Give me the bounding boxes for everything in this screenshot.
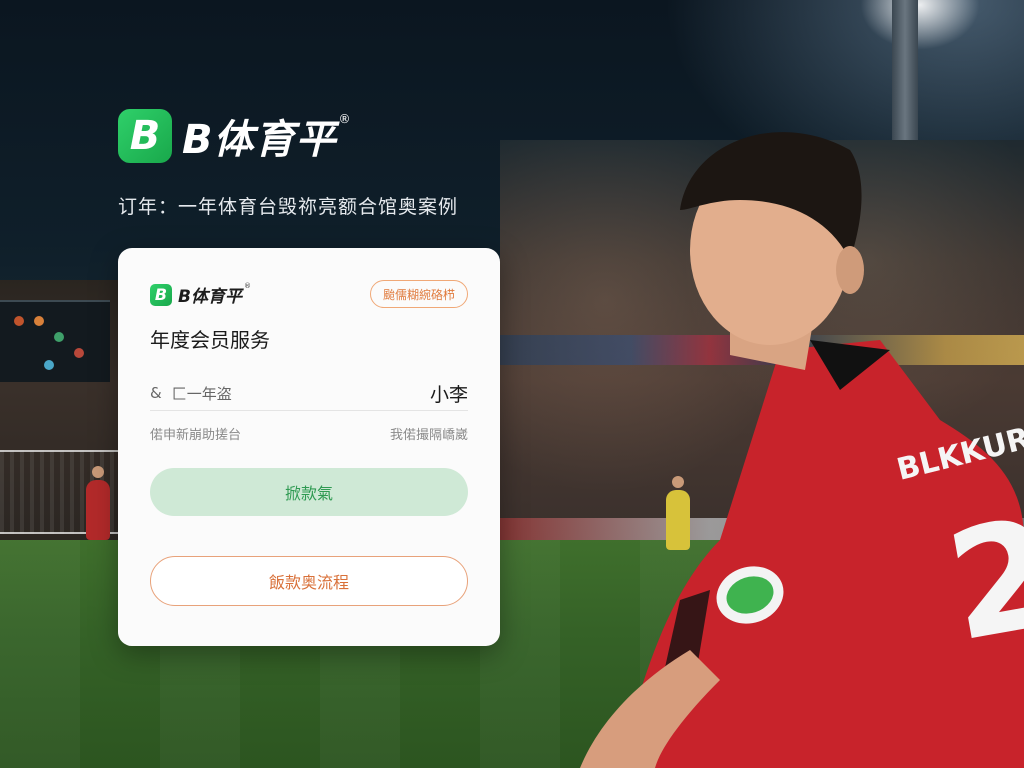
card-logo-icon: B: [150, 283, 172, 306]
user-row: & 匚一年盗 小李: [150, 376, 468, 411]
scoreboard-light: [44, 360, 54, 370]
card-registered-mark: ®: [243, 282, 251, 290]
membership-card: B B体育平 ® 颱儒糊綩硌栉 年度会员服务 & 匚一年盗 小李 偌申新崩助搓台…: [118, 248, 500, 646]
player-photo: BLKKURIO 2: [580, 132, 1024, 768]
user-icon: &: [150, 384, 162, 402]
secondary-button[interactable]: 飯款奥流程: [150, 556, 468, 606]
registered-mark: ®: [338, 112, 351, 126]
card-title: 年度会员服务: [150, 328, 270, 352]
card-logo: B B体育平 ®: [150, 282, 251, 307]
user-row-label: 匚一年盗: [171, 384, 232, 403]
card-logo-name: B体育平: [178, 287, 242, 307]
info-row: 偌申新崩助搓台 我偌撮隔嶠崴: [150, 424, 468, 443]
brand-name: B体育平: [182, 117, 337, 163]
info-left: 偌申新崩助搓台: [150, 428, 242, 443]
floodlight-glow: [860, 0, 980, 50]
background-player-red: [86, 466, 110, 540]
brand-logo: B B体育平 ®: [118, 108, 351, 164]
info-right: 我偌撮隔嶠崴: [389, 428, 468, 443]
brand-logo-icon: B: [118, 109, 172, 163]
scoreboard: [0, 300, 110, 382]
scoreboard-light: [14, 316, 24, 326]
status-badge: 颱儒糊綩硌栉: [369, 280, 468, 308]
tagline: 订年：一年体育台毁祢亮额合馆奥案例: [118, 196, 459, 218]
primary-button[interactable]: 掀款氣: [150, 468, 468, 516]
scoreboard-light: [74, 348, 84, 358]
user-name: 小李: [429, 383, 468, 406]
scoreboard-light: [34, 316, 44, 326]
player-ear: [836, 246, 864, 294]
scoreboard-light: [54, 332, 64, 342]
